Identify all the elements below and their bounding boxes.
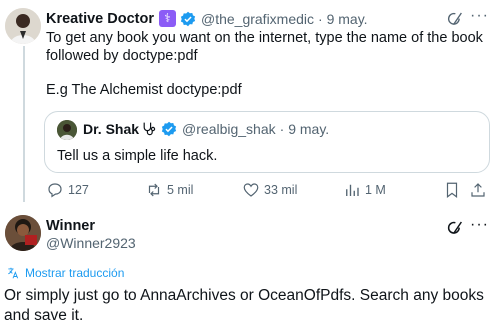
like-icon (243, 183, 259, 197)
quote-handle: @realbig_shak (182, 121, 276, 137)
thread-line (23, 46, 25, 202)
reply-handle-row: @Winner2923 (46, 235, 136, 251)
tweet-text-line: E.g The Alchemist doctype:pdf (46, 82, 242, 98)
tweet-text-line: To get any book you want on the internet… (46, 30, 483, 46)
like-button[interactable]: 33 mil (242, 181, 297, 199)
views-button[interactable]: 1 M (343, 181, 386, 199)
quoted-tweet[interactable]: Dr. Shak @realbig_shak · 9 may. Tell us … (44, 111, 490, 173)
grok-icon[interactable] (446, 10, 464, 28)
avatar[interactable] (5, 8, 41, 44)
reply-count: 127 (68, 183, 89, 197)
views-count: 1 M (365, 183, 386, 197)
more-icon[interactable]: ··· (470, 216, 489, 234)
views-icon (346, 184, 359, 196)
reply-text: Or simply just go to AnnaArchives or Oce… (4, 287, 484, 324)
bookmark-icon (446, 182, 458, 198)
author-handle[interactable]: @the_grafixmedic (201, 11, 314, 27)
author-name[interactable]: Kreative Doctor (46, 11, 154, 27)
stethoscope-icon (143, 122, 156, 136)
quote-date: · 9 may. (279, 121, 330, 137)
quote-avatar (57, 120, 77, 140)
reply-header: Winner (46, 218, 95, 234)
repost-count: 5 mil (167, 183, 194, 197)
quote-author-name: Dr. Shak (83, 121, 140, 137)
more-icon[interactable]: ··· (470, 7, 489, 25)
quote-header: Dr. Shak @realbig_shak · 9 may. (83, 121, 329, 137)
verified-icon (180, 11, 196, 26)
quote-text: Tell us a simple life hack. (57, 148, 218, 164)
repost-button[interactable]: 5 mil (145, 181, 193, 199)
share-button[interactable] (469, 181, 487, 199)
like-count: 33 mil (264, 183, 298, 197)
reply-handle[interactable]: @Winner2923 (46, 235, 136, 251)
tweet-header: Kreative Doctor ⚕ @the_grafixmedic · 9 m… (46, 10, 368, 27)
reply-author-name[interactable]: Winner (46, 218, 95, 234)
grok-icon[interactable] (446, 219, 464, 237)
share-icon (471, 183, 485, 197)
verified-icon (161, 121, 177, 137)
translate-link[interactable]: Mostrar traducción (6, 266, 124, 280)
medical-badge-icon: ⚕ (158, 10, 176, 27)
translate-label: Mostrar traducción (25, 266, 125, 280)
tweet-text-line: followed by doctype:pdf (46, 48, 198, 64)
translate-icon (8, 267, 19, 279)
repost-icon (148, 183, 160, 197)
tweet-date[interactable]: · 9 may. (318, 11, 368, 27)
bookmark-button[interactable] (443, 181, 461, 199)
avatar[interactable] (5, 215, 41, 251)
reply-icon (48, 183, 62, 198)
reply-button[interactable]: 127 (46, 181, 89, 199)
